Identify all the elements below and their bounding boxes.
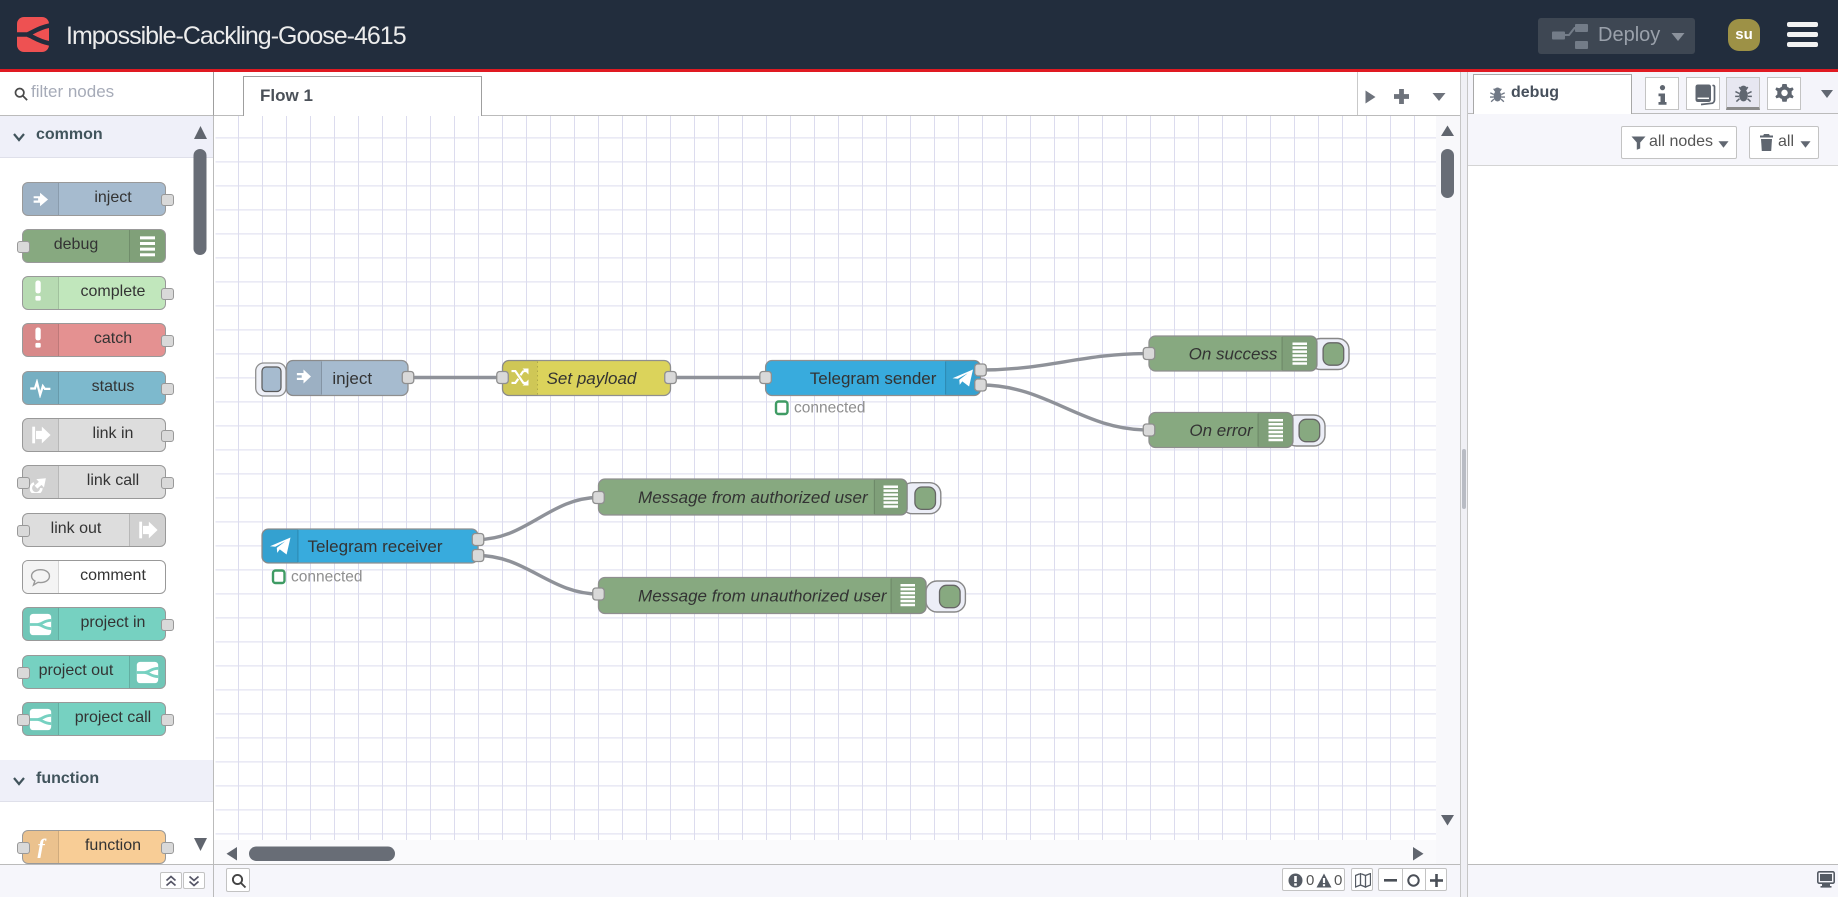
svg-text:Telegram sender: Telegram sender xyxy=(810,369,937,388)
svg-text:On error: On error xyxy=(1189,421,1254,440)
svg-text:Telegram receiver: Telegram receiver xyxy=(307,537,442,556)
svg-text:connected: connected xyxy=(291,569,363,586)
svg-text:Set payload: Set payload xyxy=(547,369,637,388)
svg-text:connected: connected xyxy=(794,400,866,417)
svg-text:f: f xyxy=(37,836,47,858)
svg-text:Message from authorized user: Message from authorized user xyxy=(638,488,869,507)
svg-text:inject: inject xyxy=(332,369,372,388)
svg-text:Message from unauthorized user: Message from unauthorized user xyxy=(638,587,888,606)
svg-text:On success: On success xyxy=(1189,345,1278,364)
